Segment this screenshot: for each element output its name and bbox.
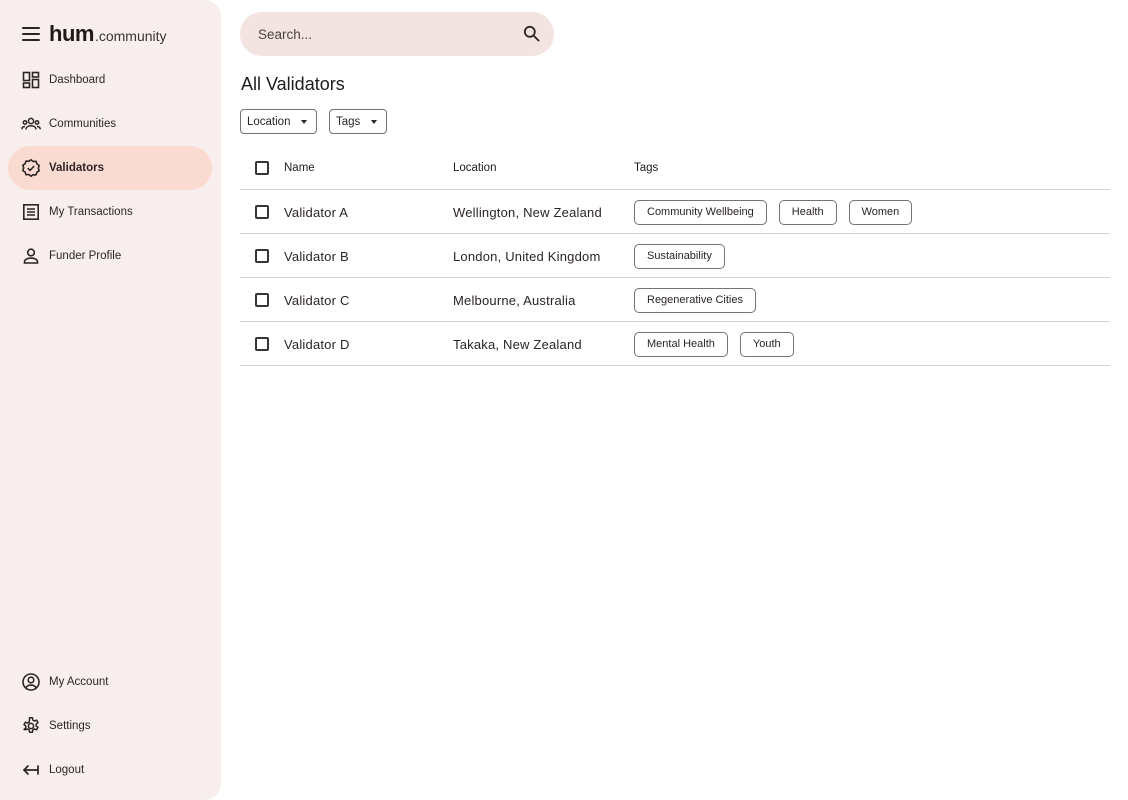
sidebar: hum .community Dashboard Communities Val…	[0, 0, 221, 800]
logout-arrow-icon	[21, 760, 41, 780]
sidebar-item-label: Funder Profile	[49, 250, 122, 262]
tag-chip[interactable]: Youth	[739, 331, 794, 357]
tags-filter-dropdown[interactable]: Tags	[329, 109, 387, 134]
sidebar-item-label: Logout	[49, 764, 85, 776]
tag-chip[interactable]: Community Wellbeing	[634, 199, 767, 225]
account-circle-icon	[21, 672, 41, 692]
sidebar-item-dashboard[interactable]: Dashboard	[8, 58, 212, 102]
table-row[interactable]: Validator A Wellington, New Zealand Comm…	[240, 190, 1110, 234]
column-header-label: Name	[284, 162, 315, 174]
row-checkbox[interactable]	[255, 249, 269, 263]
sidebar-item-label: My Transactions	[49, 206, 133, 218]
validator-location: Wellington, New Zealand	[453, 204, 602, 220]
location-filter-label: Location	[247, 115, 291, 128]
groups-icon	[21, 114, 41, 134]
table-row[interactable]: Validator C Melbourne, Australia Regener…	[240, 278, 1110, 322]
validators-table: Name Location Tags Validator A Wellingto…	[240, 146, 1110, 366]
app-root: hum .community Dashboard Communities Val…	[0, 0, 1128, 800]
sidebar-item-label: My Account	[49, 676, 109, 688]
row-checkbox[interactable]	[255, 337, 269, 351]
sidebar-item-logout[interactable]: Logout	[8, 748, 212, 792]
column-header-location[interactable]: Location	[453, 146, 496, 190]
column-header-tags[interactable]: Tags	[634, 146, 658, 190]
search-bar	[240, 12, 554, 56]
logo-main: hum	[49, 21, 94, 46]
tag-chip[interactable]: Women	[848, 199, 913, 225]
sidebar-item-settings[interactable]: Settings	[8, 704, 212, 748]
logo[interactable]: hum .community	[49, 21, 167, 47]
column-header-label: Tags	[634, 162, 659, 174]
search-icon[interactable]	[523, 25, 541, 43]
sidebar-item-funder-profile[interactable]: Funder Profile	[8, 234, 212, 278]
verified-badge-icon	[21, 158, 41, 178]
sidebar-item-communities[interactable]: Communities	[8, 102, 212, 146]
table-row[interactable]: Validator D Takaka, New Zealand Mental H…	[240, 322, 1110, 366]
sidebar-item-my-account[interactable]: My Account	[8, 660, 212, 704]
gear-icon	[21, 716, 41, 736]
logo-suffix: .community	[94, 28, 167, 44]
select-all-checkbox[interactable]	[255, 161, 269, 175]
table-body: Validator A Wellington, New Zealand Comm…	[240, 190, 1110, 366]
validator-location: Melbourne, Australia	[453, 292, 576, 308]
sidebar-item-label: Communities	[49, 118, 117, 130]
sidebar-item-validators[interactable]: Validators	[8, 146, 212, 190]
caret-down-icon	[301, 120, 307, 124]
brand: hum .community	[22, 20, 167, 48]
sidebar-item-label: Dashboard	[49, 74, 106, 86]
table-row[interactable]: Validator B London, United Kingdom Susta…	[240, 234, 1110, 278]
row-checkbox[interactable]	[255, 205, 269, 219]
column-header-label: Location	[453, 162, 497, 174]
sidebar-item-label: Validators	[49, 162, 104, 174]
dashboard-icon	[21, 70, 41, 90]
page-title: All Validators	[241, 74, 345, 94]
search-input[interactable]	[258, 12, 508, 56]
tag-chip[interactable]: Sustainability	[634, 243, 725, 269]
location-filter-dropdown[interactable]: Location	[240, 109, 317, 134]
tags-filter-label: Tags	[336, 115, 361, 128]
validator-name: Validator B	[284, 248, 349, 264]
row-checkbox[interactable]	[255, 293, 269, 307]
validator-name: Validator C	[284, 292, 350, 308]
hamburger-menu-icon[interactable]	[22, 27, 40, 41]
validator-name: Validator D	[284, 336, 350, 352]
tag-chip[interactable]: Mental Health	[634, 331, 728, 357]
column-header-name[interactable]: Name	[284, 146, 315, 190]
tag-chip[interactable]: Health	[778, 199, 837, 225]
validator-name: Validator A	[284, 204, 349, 220]
person-icon	[21, 246, 41, 266]
validator-location: Takaka, New Zealand	[453, 336, 582, 352]
sidebar-item-label: Settings	[49, 720, 91, 732]
table-header-row: Name Location Tags	[240, 146, 1110, 190]
receipt-list-icon	[21, 202, 41, 222]
tag-chip[interactable]: Regenerative Cities	[634, 287, 756, 313]
sidebar-item-my-transactions[interactable]: My Transactions	[8, 190, 212, 234]
caret-down-icon	[371, 120, 377, 124]
validator-location: London, United Kingdom	[453, 248, 601, 264]
